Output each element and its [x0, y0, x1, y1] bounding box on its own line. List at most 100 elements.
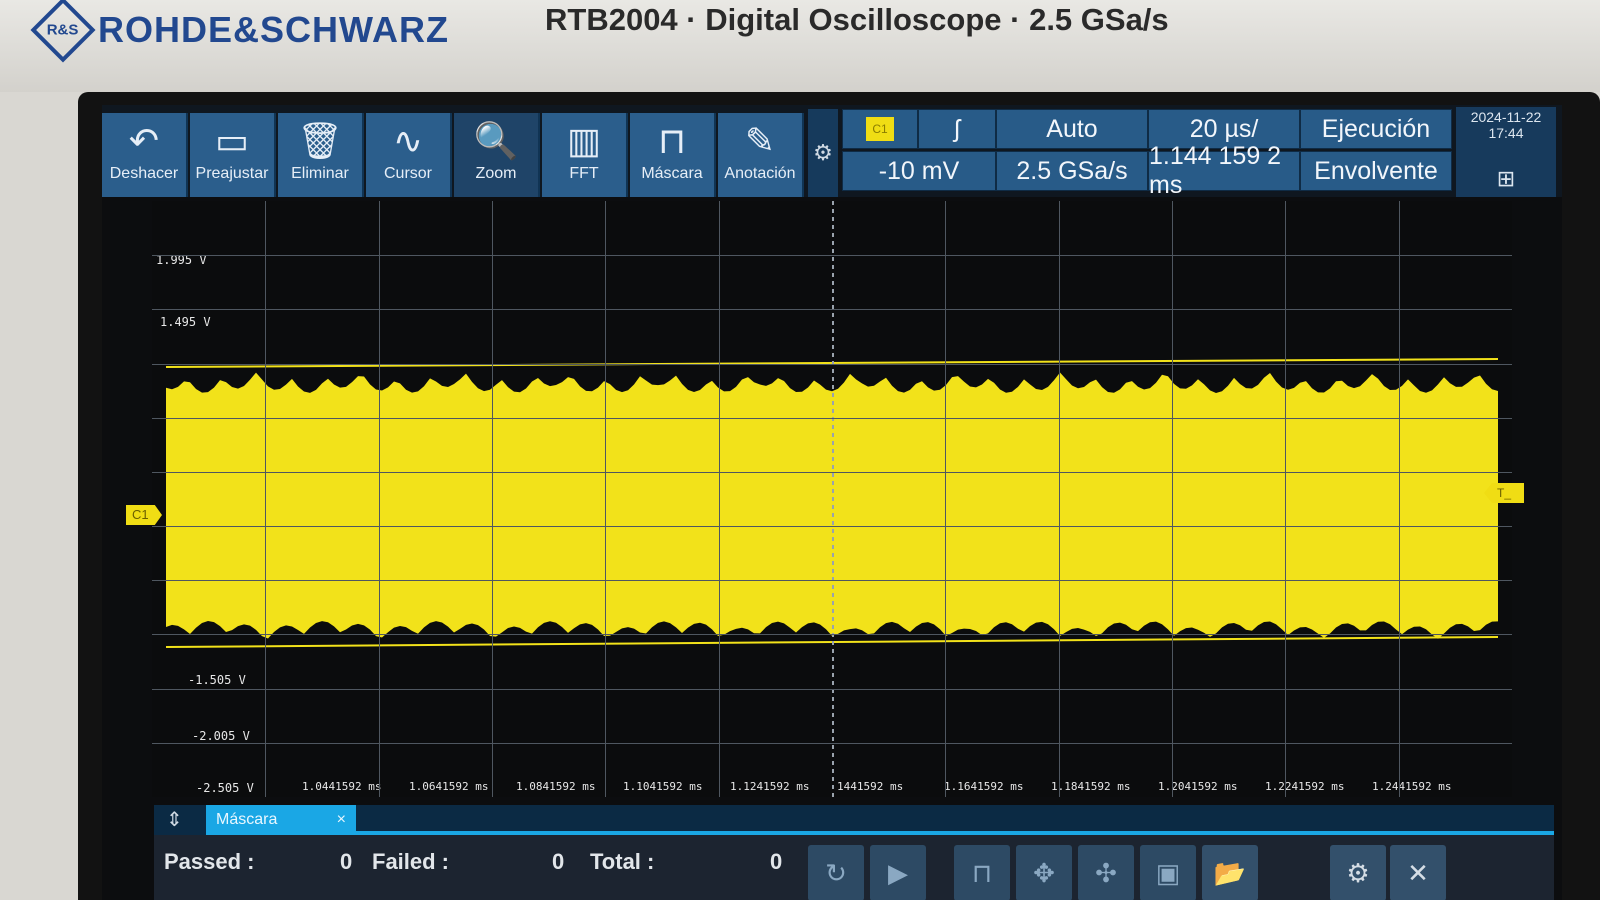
grid-line-horizontal — [152, 580, 1512, 582]
delete-label: Eliminar — [291, 165, 349, 182]
undo-button[interactable]: ↶ Deshacer — [102, 113, 188, 197]
reset-counters-button[interactable]: ↻ — [808, 845, 864, 900]
time-label: 1441592 ms — [837, 780, 904, 793]
save-mask-button[interactable]: ▣ — [1140, 845, 1196, 900]
instrument-bezel: R&S ROHDE&SCHWARZ RTB2004 · Digital Osci… — [0, 0, 1600, 92]
mask-tab-label: Máscara — [216, 811, 278, 828]
trigger-mode-field[interactable]: Auto — [996, 109, 1148, 149]
network-icon[interactable]: ⊞ — [1456, 168, 1556, 190]
grid-line-vertical — [265, 201, 267, 797]
trigger-edge-field[interactable]: ʃ — [918, 109, 996, 149]
timebase-value: 20 µs/ — [1189, 114, 1259, 143]
expand-arrows-icon: ✥ — [1033, 858, 1055, 888]
time-label: 1.2241592 ms — [1265, 780, 1345, 793]
mask-shrink-button[interactable]: ✣ — [1078, 845, 1134, 900]
acquisition-mode-value: Envolvente — [1314, 156, 1438, 185]
time-label: 1.1241592 ms — [730, 780, 810, 793]
mask-label: Máscara — [641, 165, 703, 182]
grid-line-vertical — [492, 201, 493, 797]
trigger-level-field[interactable]: -10 mV — [842, 151, 996, 191]
mask-move-button[interactable]: ✥ — [1016, 845, 1072, 900]
brand-name: ROHDE&SCHWARZ — [98, 9, 449, 50]
pencil-icon: ✎ — [744, 120, 776, 161]
cursor-label: Cursor — [383, 165, 432, 182]
fft-button[interactable]: ▥ FFT — [542, 113, 628, 197]
preset-button[interactable]: ▭ Preajustar — [190, 113, 276, 197]
waveform-plot[interactable]: 1.995 V 1.495 V -1.505 V -2.005 V -2.505… — [152, 201, 1512, 797]
close-icon[interactable]: × — [337, 805, 346, 835]
mask-copy-button[interactable]: ⊓ — [954, 845, 1010, 900]
trigger-level-value: -10 mV — [878, 156, 960, 185]
horizontal-position-field[interactable]: 1.144 159 2 ms — [1148, 142, 1300, 199]
rs-logo-icon: R&S — [30, 0, 96, 63]
horizontal-position-value: 1.144 159 2 ms — [1149, 142, 1282, 199]
grid-line-vertical — [378, 201, 380, 797]
time-label: 1.1841592 ms — [1051, 780, 1131, 793]
mask-settings-button[interactable]: ⚙ — [1330, 845, 1386, 900]
failed-value: 0 — [552, 849, 565, 874]
load-mask-button[interactable]: 📂 — [1202, 845, 1258, 900]
sample-rate-field[interactable]: 2.5 GSa/s — [996, 151, 1148, 191]
close-mask-button[interactable]: ✕ — [1390, 845, 1446, 900]
date-time-display: 2024-11-22 17:44 ⊞ — [1456, 107, 1556, 197]
volt-label: -1.505 V — [188, 673, 246, 687]
time-value: 17:44 — [1488, 125, 1524, 141]
passed-label: Passed : — [164, 849, 255, 874]
acquisition-mode-field[interactable]: Envolvente — [1300, 151, 1452, 191]
rising-edge-icon: ʃ — [954, 114, 960, 143]
grid-line-vertical — [718, 201, 720, 797]
trigger-marker[interactable]: T_ — [1484, 483, 1524, 503]
volt-label: -2.005 V — [192, 729, 250, 743]
settings-menu-button[interactable]: ⚙ — [808, 109, 838, 197]
total-value: 0 — [770, 849, 783, 874]
total-label: Total : — [590, 849, 655, 874]
zoom-button[interactable]: 🔍 Zoom — [454, 113, 540, 197]
grid-line-vertical — [1172, 201, 1173, 797]
channel-marker[interactable]: C1 — [126, 505, 162, 525]
grid-line-vertical — [1058, 201, 1060, 797]
volt-label: 1.495 V — [160, 315, 211, 329]
trash-icon: 🗑 — [297, 120, 343, 161]
sample-rate-value: 2.5 GSa/s — [1016, 156, 1128, 185]
fft-label: FFT — [569, 165, 599, 182]
grid-line-vertical — [605, 201, 607, 797]
run-state-field[interactable]: Ejecución — [1300, 109, 1452, 149]
time-label: 1.2041592 ms — [1158, 780, 1238, 793]
preset-label: Preajustar — [195, 165, 269, 182]
magnifier-icon: 🔍 — [473, 120, 519, 161]
time-label: 1.0441592 ms — [302, 780, 382, 793]
grid-line-horizontal — [152, 417, 1512, 419]
cursor-wave-icon: ∿ — [392, 120, 424, 161]
grid-line-horizontal — [152, 255, 1512, 257]
volt-label: -2.505 V — [196, 781, 254, 795]
grid-line-horizontal — [152, 309, 1512, 311]
toolbar: ↶ Deshacer ▭ Preajustar 🗑 Eliminar ∿ Cur… — [102, 105, 1562, 199]
time-label: 1.0841592 ms — [516, 780, 596, 793]
tab-scroll-arrows-icon[interactable]: ⇕ — [166, 807, 183, 832]
undo-label: Deshacer — [109, 165, 179, 182]
mask-icon: ⊓ — [657, 120, 687, 161]
grid-line-horizontal — [152, 688, 1512, 690]
cursor-button[interactable]: ∿ Cursor — [366, 113, 452, 197]
annotation-button[interactable]: ✎ Anotación — [718, 113, 804, 197]
grid-line-vertical — [1398, 201, 1400, 797]
run-state-value: Ejecución — [1321, 114, 1431, 143]
mask-tab-bar: ⇕ Máscara × — [154, 805, 1554, 835]
grid-line-horizontal — [152, 742, 1512, 744]
mask-icon: ⊓ — [971, 858, 993, 888]
mask-test-panel: Passed : 0 Failed : 0 Total : 0 ↻ ▶ ⊓ ✥ … — [154, 835, 1554, 900]
zoom-label: Zoom — [475, 165, 517, 182]
failed-label: Failed : — [372, 849, 450, 874]
channel-source-field[interactable]: C1 — [842, 109, 918, 149]
mask-tab[interactable]: Máscara × — [206, 805, 356, 835]
collapse-arrows-icon: ✣ — [1095, 858, 1117, 888]
brand: R&S ROHDE&SCHWARZ — [30, 0, 449, 63]
start-test-button[interactable]: ▶ — [870, 845, 926, 900]
delete-button[interactable]: 🗑 Eliminar — [278, 113, 364, 197]
annotation-label: Anotación — [724, 165, 796, 182]
grid-line-horizontal — [152, 526, 1512, 528]
spectrum-icon: ▥ — [566, 120, 601, 161]
model-line: RTB2004 · Digital Oscilloscope · 2.5 GSa… — [545, 2, 1169, 37]
save-icon: ▣ — [1155, 858, 1181, 888]
mask-button[interactable]: ⊓ Máscara — [630, 113, 716, 197]
